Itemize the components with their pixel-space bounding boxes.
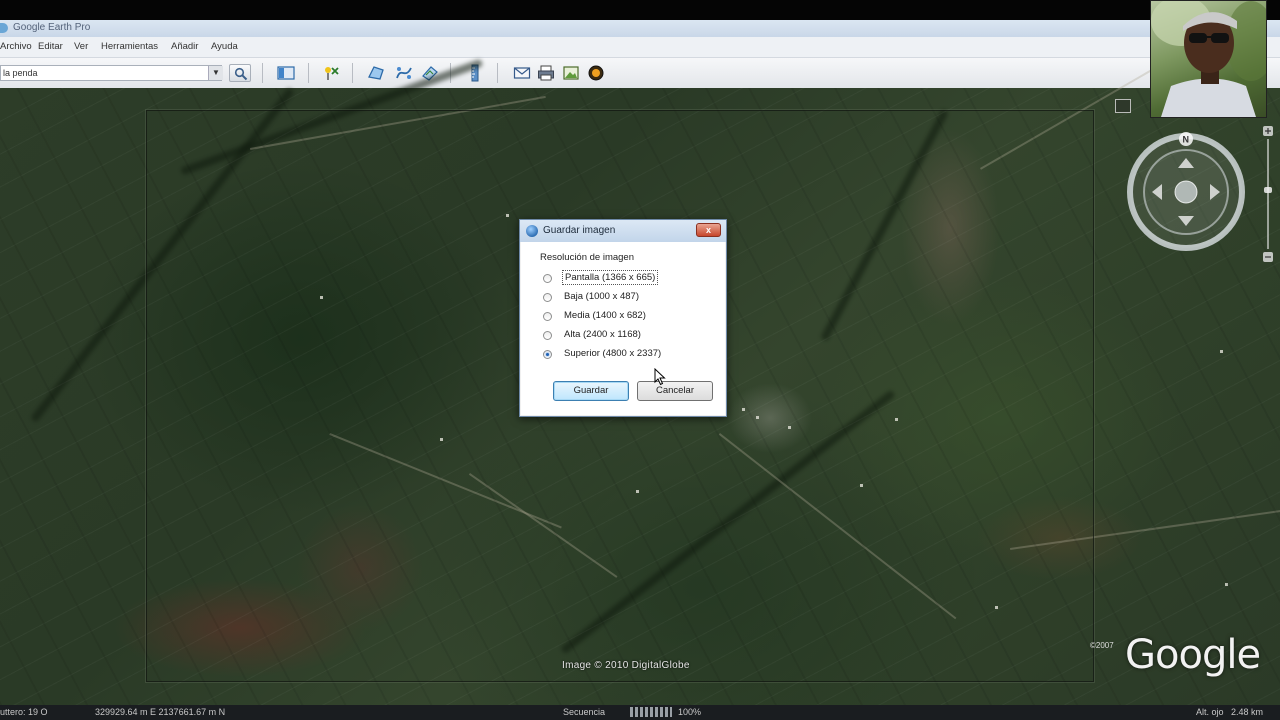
- compass-north-label: N: [1183, 135, 1190, 145]
- radio-button[interactable]: [543, 293, 552, 302]
- copyright-year: ©2007: [1090, 641, 1114, 650]
- eye-altitude: Alt. ojo 2.48 km: [1196, 707, 1264, 717]
- radio-button[interactable]: [543, 274, 552, 283]
- radio-label: Pantalla (1366 x 665): [562, 270, 659, 285]
- search-button[interactable]: [229, 64, 251, 82]
- menu-ver[interactable]: Ver: [74, 41, 88, 52]
- radio-label: Baja (1000 x 487): [564, 291, 639, 302]
- streaming-percent: 100%: [678, 707, 702, 717]
- imagery-credit: Image © 2010 DigitalGlobe: [562, 660, 690, 671]
- polygon-icon[interactable]: [367, 64, 385, 82]
- google-earth-app-icon: [0, 23, 8, 33]
- status-coordinates: 329929.64 m E 2137661.67 m N: [95, 707, 226, 717]
- streaming-progress-bar: [630, 707, 672, 717]
- close-button[interactable]: x: [696, 223, 721, 237]
- search-history-dropdown[interactable]: ▼: [208, 66, 223, 80]
- placemark-icon[interactable]: [322, 64, 340, 82]
- menu-editar[interactable]: Editar: [38, 41, 63, 52]
- print-icon[interactable]: [537, 64, 555, 82]
- toolbar: la penda ▼: [0, 58, 1280, 89]
- sky-icon[interactable]: [587, 64, 605, 82]
- save-image-dialog: Guardar imagen x Resolución de imagen Pa…: [519, 219, 727, 417]
- email-icon[interactable]: [513, 64, 531, 82]
- menu-herramientas[interactable]: Herramientas: [101, 41, 158, 52]
- window-title-bar: Google Earth Pro: [0, 20, 1280, 38]
- save-image-icon[interactable]: [562, 64, 580, 82]
- radio-button[interactable]: [543, 331, 552, 340]
- sidebar-icon[interactable]: [277, 64, 295, 82]
- zoom-slider[interactable]: [1262, 125, 1274, 265]
- presenter-photo: [1151, 1, 1266, 117]
- menu-archivo[interactable]: Archivo: [0, 41, 32, 52]
- radio-label: Superior (4800 x 2337): [564, 348, 662, 359]
- radio-label: Media (1400 x 682): [564, 310, 646, 321]
- streaming-label: Secuencia: [563, 707, 606, 717]
- google-earth-globe-icon: [526, 225, 538, 237]
- radio-label: Alta (2400 x 1168): [564, 329, 641, 340]
- navigation-compass[interactable]: N: [1126, 132, 1246, 252]
- webcam-overlay: [1150, 0, 1267, 118]
- dialog-title-bar: Guardar imagen x: [520, 220, 726, 242]
- save-button[interactable]: Guardar: [553, 381, 629, 401]
- sidebar-toggle-button[interactable]: [1115, 99, 1131, 113]
- radio-button-selected[interactable]: [543, 350, 552, 359]
- toolbar-separator: [308, 63, 309, 83]
- menu-ayuda[interactable]: Ayuda: [211, 41, 238, 52]
- toolbar-separator: [497, 63, 498, 83]
- toolbar-separator: [262, 63, 263, 83]
- top-black-bar: [0, 0, 1280, 20]
- mouse-cursor-icon: [654, 368, 666, 386]
- search-input[interactable]: la penda: [0, 65, 222, 81]
- building: [1225, 583, 1228, 586]
- resolution-group-label: Resolución de imagen: [540, 252, 635, 263]
- cancel-button[interactable]: Cancelar: [637, 381, 713, 401]
- status-left: uttero: 19 O: [0, 707, 48, 717]
- menu-anadir[interactable]: Añadir: [171, 41, 198, 52]
- menu-bar: Archivo Editar Ver Herramientas Añadir A…: [0, 37, 1280, 58]
- radio-button[interactable]: [543, 312, 552, 321]
- path-icon[interactable]: [395, 64, 413, 82]
- window-title: Google Earth Pro: [13, 22, 91, 33]
- building: [1220, 350, 1223, 353]
- search-icon: [234, 67, 248, 81]
- dialog-title: Guardar imagen: [543, 225, 616, 236]
- google-logo: Google: [1125, 632, 1261, 678]
- toolbar-separator: [352, 63, 353, 83]
